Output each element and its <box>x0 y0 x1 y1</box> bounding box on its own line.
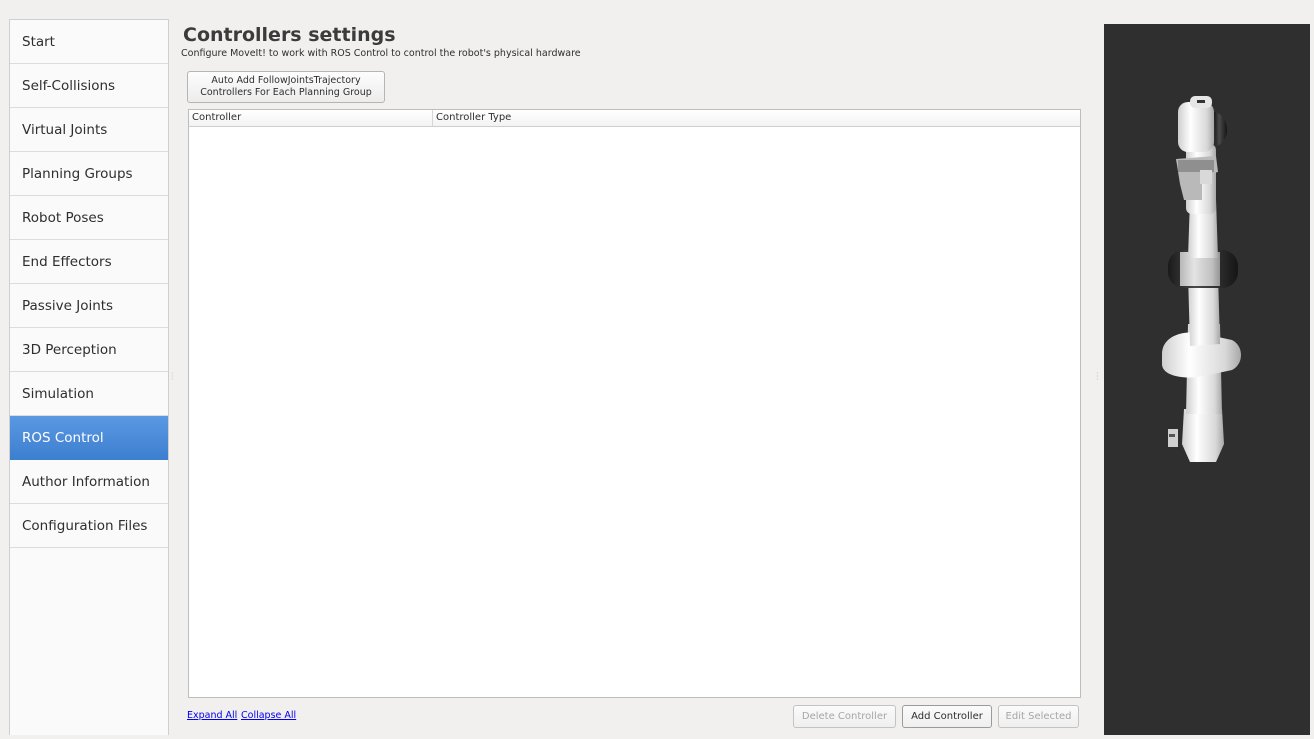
sidebar-item-author-information[interactable]: Author Information <box>10 460 168 504</box>
controllers-tree[interactable]: Controller Controller Type <box>188 109 1081 698</box>
table-header: Controller Controller Type <box>189 110 1080 127</box>
left-splitter-handle[interactable]: · · · <box>171 370 174 384</box>
sidebar-item-end-effectors[interactable]: End Effectors <box>10 240 168 284</box>
auto-add-button-line2: Controllers For Each Planning Group <box>200 87 372 98</box>
column-header-controller-type[interactable]: Controller Type <box>433 110 1073 126</box>
delete-controller-button[interactable]: Delete Controller <box>793 705 896 728</box>
auto-add-controllers-button[interactable]: Auto Add FollowJointsTrajectory Controll… <box>187 71 385 103</box>
edit-selected-button[interactable]: Edit Selected <box>998 705 1079 728</box>
robot-arm-model <box>1162 96 1241 462</box>
controllers-panel: Controllers settings Configure MoveIt! t… <box>180 24 1085 735</box>
auto-add-button-line1: Auto Add FollowJointsTrajectory <box>211 75 361 86</box>
page-subtitle: Configure MoveIt! to work with ROS Contr… <box>181 48 581 59</box>
sidebar-item-ros-control[interactable]: ROS Control <box>10 416 168 460</box>
expand-all-link[interactable]: Expand All <box>187 710 237 721</box>
sidebar-item-configuration-files[interactable]: Configuration Files <box>10 504 168 548</box>
sidebar-item-virtual-joints[interactable]: Virtual Joints <box>10 108 168 152</box>
wizard-sidebar: Start Self-Collisions Virtual Joints Pla… <box>9 19 169 735</box>
sidebar-item-passive-joints[interactable]: Passive Joints <box>10 284 168 328</box>
sidebar-item-planning-groups[interactable]: Planning Groups <box>10 152 168 196</box>
sidebar-item-self-collisions[interactable]: Self-Collisions <box>10 64 168 108</box>
page-title: Controllers settings <box>183 24 396 46</box>
sidebar-item-simulation[interactable]: Simulation <box>10 372 168 416</box>
sidebar-item-start[interactable]: Start <box>10 20 168 64</box>
right-splitter-handle[interactable]: · · · <box>1096 370 1099 384</box>
column-header-controller[interactable]: Controller <box>189 110 433 126</box>
collapse-all-link[interactable]: Collapse All <box>241 710 296 721</box>
robot-3d-viewer[interactable] <box>1104 24 1310 735</box>
sidebar-item-robot-poses[interactable]: Robot Poses <box>10 196 168 240</box>
sidebar-item-3d-perception[interactable]: 3D Perception <box>10 328 168 372</box>
add-controller-button[interactable]: Add Controller <box>902 705 992 728</box>
